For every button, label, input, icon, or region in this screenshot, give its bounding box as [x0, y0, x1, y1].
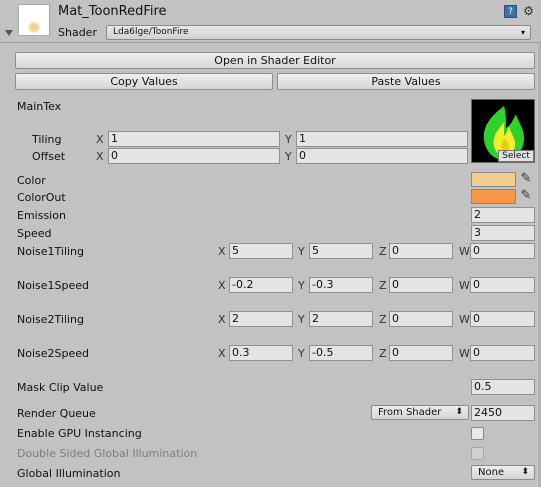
- vector-z-field[interactable]: 0: [389, 277, 453, 293]
- vector-z-axis-label: Z: [379, 347, 387, 360]
- vector-x-field[interactable]: 5: [229, 243, 293, 259]
- copy-values-button[interactable]: Copy Values: [15, 73, 273, 90]
- vector-label: Noise1Speed: [17, 279, 89, 292]
- vector-z-field[interactable]: 0: [389, 243, 453, 259]
- vector-w-field[interactable]: 0: [470, 345, 535, 361]
- speed-field[interactable]: 3: [471, 225, 535, 241]
- global-illumination-dropdown[interactable]: None ⬍: [471, 465, 535, 480]
- offset-y-axis-label: Y: [285, 150, 292, 163]
- updown-arrow-icon: ⬍: [455, 407, 463, 417]
- vector-y-field[interactable]: 2: [309, 311, 373, 327]
- render-queue-field[interactable]: 2450: [471, 405, 535, 421]
- tiling-y-axis-label: Y: [285, 133, 292, 146]
- render-queue-mode-value: From Shader: [378, 407, 442, 418]
- tiling-x-axis-label: X: [96, 133, 104, 146]
- vector-y-axis-label: Y: [298, 279, 305, 292]
- material-preview-thumbnail: [18, 4, 50, 36]
- vector-y-field[interactable]: 5: [309, 243, 373, 259]
- vector-y-field[interactable]: -0.5: [309, 345, 373, 361]
- vector-y-field[interactable]: -0.3: [309, 277, 373, 293]
- vector-w-axis-label: W: [459, 313, 470, 326]
- emission-field[interactable]: 2: [471, 207, 535, 223]
- texture-select-button[interactable]: Select: [498, 150, 534, 162]
- emission-label: Emission: [17, 209, 66, 222]
- flame-preview-icon: [27, 19, 41, 33]
- vector-w-field[interactable]: 0: [470, 243, 535, 259]
- render-queue-mode-dropdown[interactable]: From Shader ⬍: [371, 405, 469, 420]
- colorout-label: ColorOut: [17, 191, 66, 204]
- vector-z-axis-label: Z: [379, 279, 387, 292]
- vector-x-axis-label: X: [218, 313, 226, 326]
- offset-label: Offset: [32, 150, 66, 163]
- vector-w-axis-label: W: [459, 245, 470, 258]
- speed-label: Speed: [17, 227, 52, 240]
- foldout-arrow-icon[interactable]: [5, 30, 13, 36]
- colorout-swatch[interactable]: [471, 189, 516, 204]
- tiling-y-field[interactable]: 1: [296, 131, 468, 147]
- vector-label: Noise2Speed: [17, 347, 89, 360]
- gpu-instancing-label: Enable GPU Instancing: [17, 427, 142, 440]
- tiling-x-field[interactable]: 1: [108, 131, 280, 147]
- color-label: Color: [17, 174, 46, 187]
- open-shader-editor-button[interactable]: Open in Shader Editor: [15, 52, 535, 69]
- offset-x-axis-label: X: [96, 150, 104, 163]
- material-name: Mat_ToonRedFire: [58, 4, 167, 19]
- vector-x-field[interactable]: 0.3: [229, 345, 293, 361]
- shader-dropdown-value: Lda6lge/ToonFire: [113, 27, 189, 37]
- global-illumination-label: Global Illumination: [17, 467, 121, 480]
- vector-z-axis-label: Z: [379, 313, 387, 326]
- double-sided-gi-label: Double Sided Global Illumination: [17, 447, 198, 460]
- help-book-icon[interactable]: ?: [504, 5, 517, 18]
- eyedropper-icon[interactable]: ✎: [519, 172, 533, 186]
- vector-w-field[interactable]: 0: [470, 277, 535, 293]
- vector-z-axis-label: Z: [379, 245, 387, 258]
- vector-x-field[interactable]: -0.2: [229, 277, 293, 293]
- vector-z-field[interactable]: 0: [389, 311, 453, 327]
- mask-clip-field[interactable]: 0.5: [471, 379, 535, 395]
- vector-y-axis-label: Y: [298, 347, 305, 360]
- tiling-label: Tiling: [32, 133, 62, 146]
- updown-arrow-icon: ⬍: [521, 467, 529, 477]
- offset-y-field[interactable]: 0: [296, 148, 468, 164]
- mask-clip-label: Mask Clip Value: [17, 381, 104, 394]
- vector-label: Noise2Tiling: [17, 313, 85, 326]
- shader-dropdown[interactable]: Lda6lge/ToonFire ▾: [106, 25, 531, 40]
- shader-label: Shader: [58, 26, 97, 39]
- vector-x-axis-label: X: [218, 347, 226, 360]
- color-swatch[interactable]: [471, 172, 516, 187]
- vector-x-field[interactable]: 2: [229, 311, 293, 327]
- gpu-instancing-checkbox[interactable]: [471, 427, 484, 440]
- settings-gear-icon[interactable]: ⚙: [522, 5, 535, 18]
- vector-x-axis-label: X: [218, 245, 226, 258]
- vector-w-axis-label: W: [459, 279, 470, 292]
- vector-x-axis-label: X: [218, 279, 226, 292]
- offset-x-field[interactable]: 0: [108, 148, 280, 164]
- maintex-label: MainTex: [17, 100, 62, 113]
- double-sided-gi-checkbox: [471, 447, 484, 460]
- render-queue-label: Render Queue: [17, 407, 96, 420]
- paste-values-button[interactable]: Paste Values: [277, 73, 535, 90]
- maintex-texture-slot[interactable]: Select: [471, 99, 535, 163]
- vector-z-field[interactable]: 0: [389, 345, 453, 361]
- vector-w-field[interactable]: 0: [470, 311, 535, 327]
- chevron-down-icon: ▾: [520, 28, 525, 37]
- vector-y-axis-label: Y: [298, 245, 305, 258]
- vector-y-axis-label: Y: [298, 313, 305, 326]
- global-illumination-value: None: [478, 467, 505, 478]
- vector-w-axis-label: W: [459, 347, 470, 360]
- eyedropper-icon[interactable]: ✎: [519, 189, 533, 203]
- vector-label: Noise1Tiling: [17, 245, 85, 258]
